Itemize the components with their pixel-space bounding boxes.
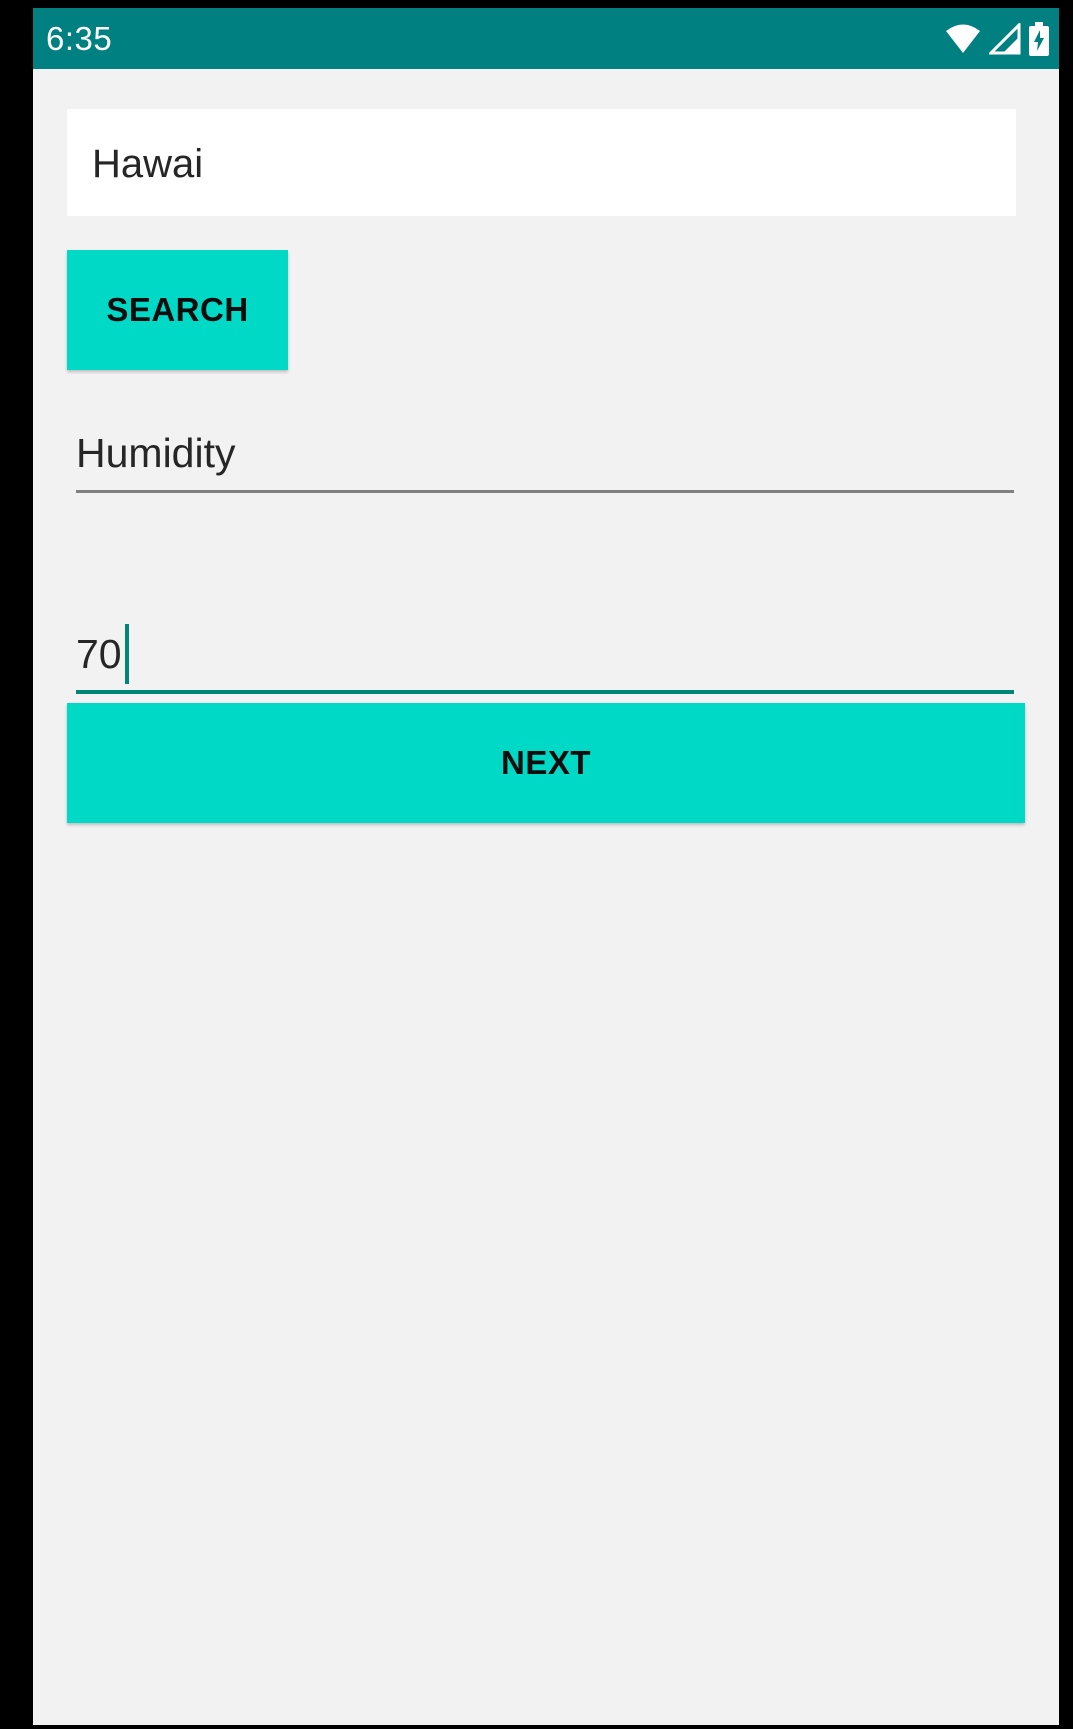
- status-icons: [945, 20, 1049, 58]
- humidity-field-value: Humidity: [76, 430, 236, 476]
- text-cursor: [125, 624, 129, 684]
- status-time: 6:35: [46, 20, 113, 57]
- city-search-input[interactable]: Hawai: [67, 109, 1016, 216]
- value-input[interactable]: 70: [76, 618, 1014, 694]
- status-bar: 6:35: [33, 8, 1059, 69]
- humidity-field[interactable]: Humidity: [76, 420, 1014, 493]
- search-button[interactable]: SEARCH: [67, 250, 288, 370]
- city-search-value: Hawai: [92, 142, 204, 186]
- app-screen: 6:35 Hawai SEARCH Humidity 70 NEXT: [33, 8, 1059, 1725]
- value-input-text: 70: [76, 631, 122, 677]
- wifi-icon: [945, 24, 981, 54]
- next-button[interactable]: NEXT: [67, 703, 1025, 823]
- cellular-signal-icon: [987, 21, 1021, 55]
- battery-charging-icon: [1029, 22, 1049, 56]
